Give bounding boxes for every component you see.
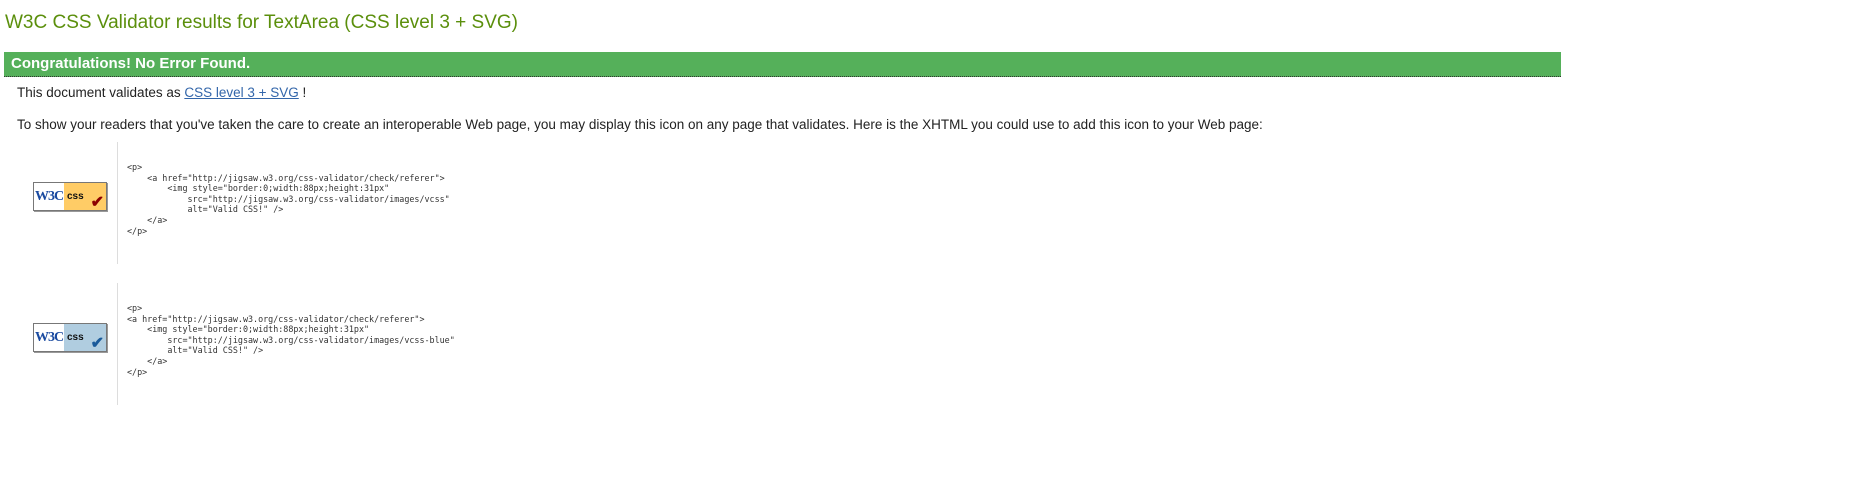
w3c-logo: W3C bbox=[34, 189, 64, 204]
validates-text: This document validates as CSS level 3 +… bbox=[17, 85, 306, 100]
success-message: Congratulations! No Error Found. bbox=[11, 55, 251, 72]
w3c-logo: W3C bbox=[34, 330, 64, 345]
badge-block-gold: W3C css ✔ <p> <a href="http://jigsaw.w3.o… bbox=[17, 142, 917, 264]
valid-css-badge-blue[interactable]: W3C css ✔ bbox=[33, 323, 107, 352]
success-banner: Congratulations! No Error Found. bbox=[4, 52, 1561, 77]
valid-css-badge-gold[interactable]: W3C css ✔ bbox=[33, 182, 107, 211]
divider bbox=[117, 283, 118, 405]
css-label: css bbox=[67, 332, 84, 343]
instructions-text: To show your readers that you've taken t… bbox=[17, 117, 1263, 132]
badge-code-snippet: <p> <a href="http://jigsaw.w3.org/css-va… bbox=[127, 303, 455, 377]
divider bbox=[117, 142, 118, 264]
checkmark-icon: ✔ bbox=[90, 335, 104, 352]
badge-code-snippet: <p> <a href="http://jigsaw.w3.org/css-va… bbox=[127, 162, 450, 236]
css-profile-link[interactable]: CSS level 3 + SVG bbox=[184, 85, 298, 100]
validates-prefix: This document validates as bbox=[17, 85, 185, 100]
validates-suffix: ! bbox=[298, 85, 307, 100]
css-label: css bbox=[67, 191, 84, 202]
badge-block-blue: W3C css ✔ <p> <a href="http://jigsaw.w3.o… bbox=[17, 283, 917, 405]
page-title: W3C CSS Validator results for TextArea (… bbox=[5, 12, 519, 33]
checkmark-icon: ✔ bbox=[90, 194, 104, 211]
